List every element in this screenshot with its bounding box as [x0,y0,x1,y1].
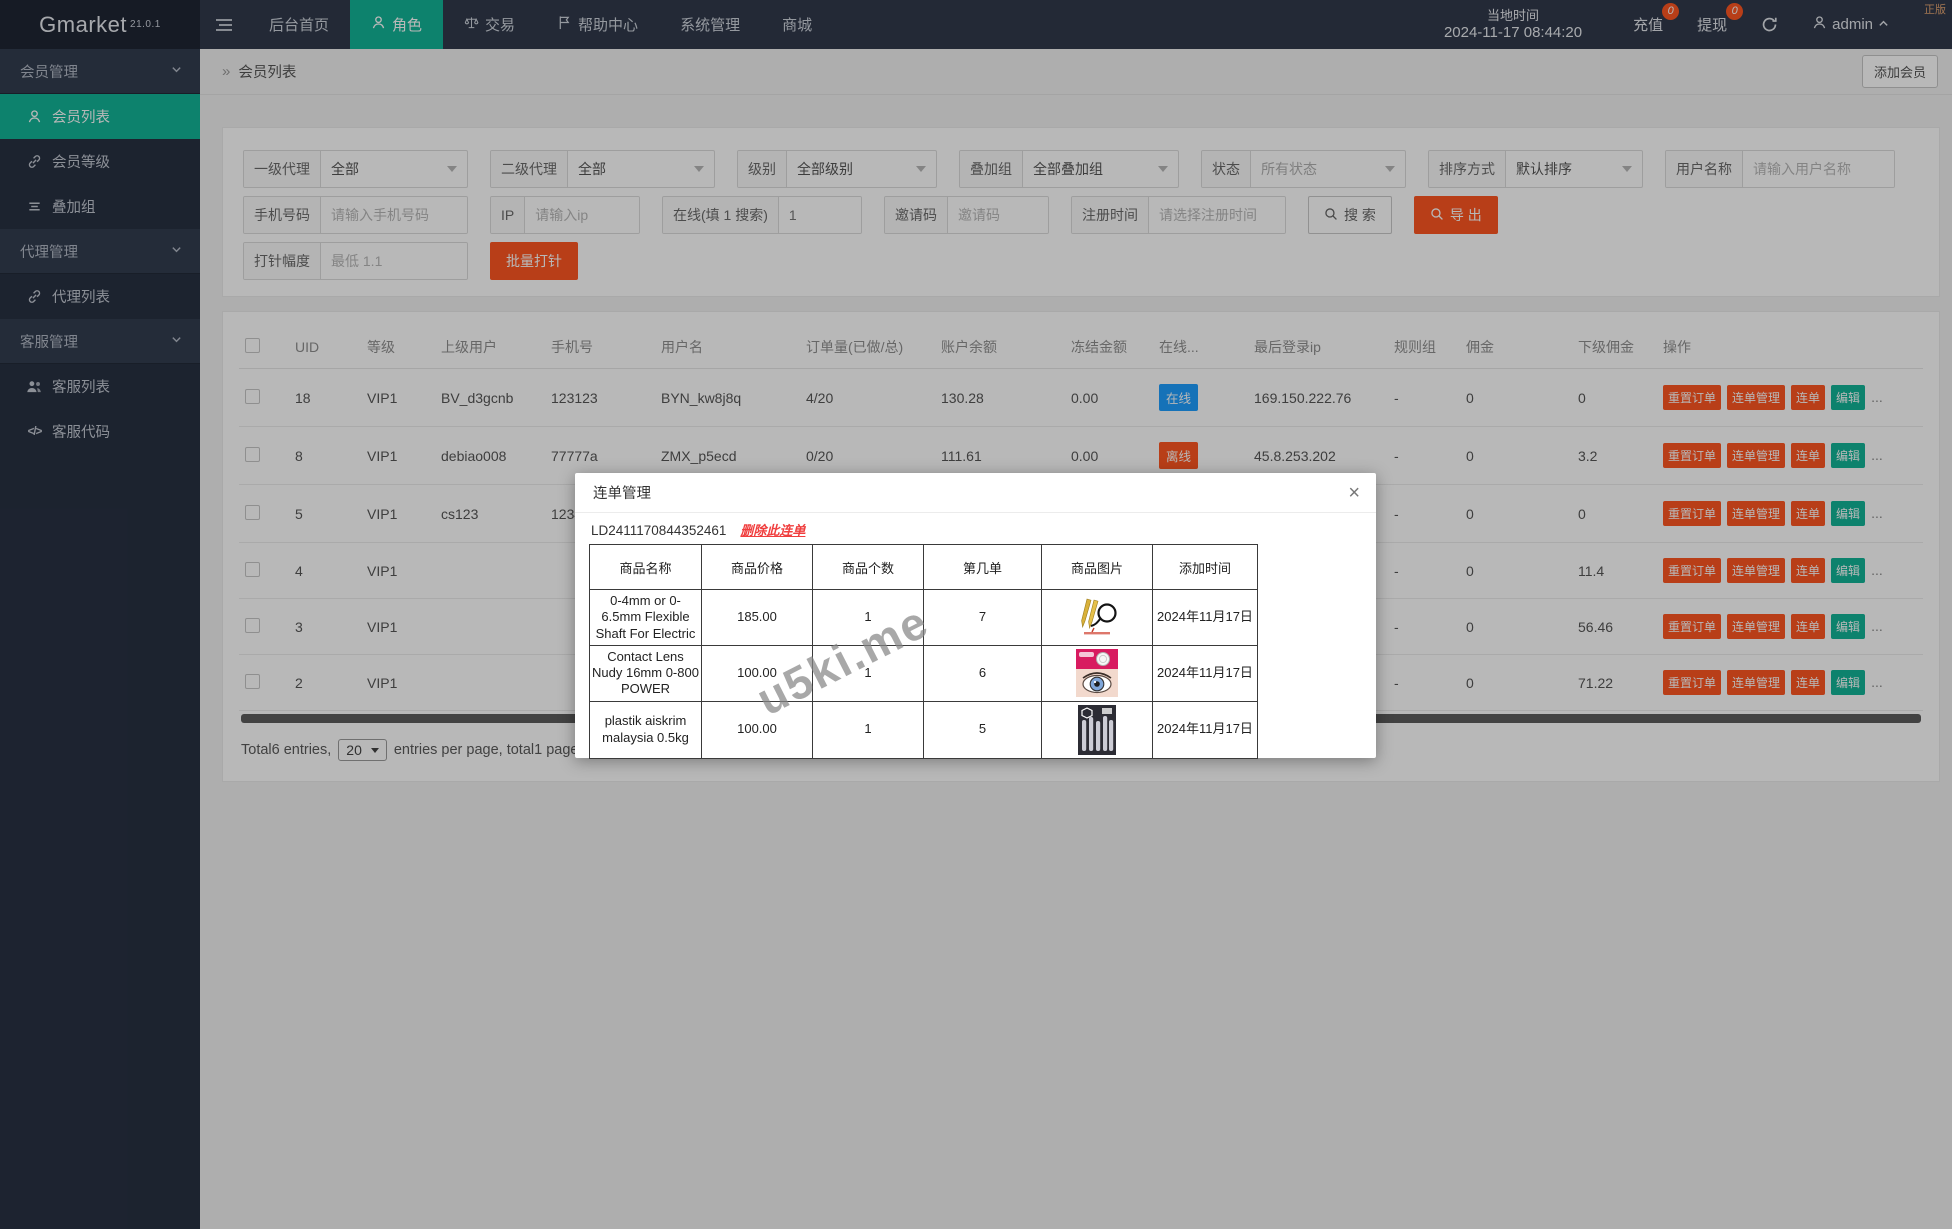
chain-order-modal: 连单管理 × LD2411170844352461 删除此连单 商品名称 商品价格商… [575,473,1376,759]
cell-product-image [1041,700,1153,759]
cell-order-sequence: 5 [923,700,1042,759]
modal-header: 连单管理 × [575,473,1376,513]
cell-product-price: 185.00 [701,589,813,646]
cell-product-price: 100.00 [701,700,813,759]
modal-body: LD2411170844352461 删除此连单 商品名称 商品价格 商品个数 第几单商… [575,513,1376,759]
cell-product-name: 0-4mm or 0-6.5mm Flexible Shaft For Elec… [589,589,702,646]
modal-product-row: plastik aiskrim malaysia 0.5kg 100.00 1 5 20… [589,700,1258,759]
pen-tool-image [1044,597,1150,638]
contact-lens-image [1044,649,1150,698]
modal-header-商品名称: 商品名称 [589,544,702,590]
modal-header-商品个数: 商品个数 [812,544,924,590]
modal-header-添加时间: 添加时间 [1152,544,1258,590]
cell-add-date: 2024年11月17日 [1152,589,1258,646]
cell-product-qty: 1 [812,589,924,646]
cell-product-name: plastik aiskrim malaysia 0.5kg [589,700,702,759]
chain-order-table: 商品名称 商品价格 商品个数 第几单 商品图片 添加时间 0-4mm or 0-6.5mm… [589,544,1258,759]
cell-product-image [1041,644,1153,702]
cell-order-sequence: 6 [923,644,1042,702]
order-line: LD2411170844352461 删除此连单 [591,520,1362,539]
cell-product-image [1041,589,1153,646]
modal-product-row: 0-4mm or 0-6.5mm Flexible Shaft For Elec… [589,589,1258,646]
cell-product-qty: 1 [812,700,924,759]
close-icon[interactable]: × [1348,483,1360,503]
delete-chain-order-link[interactable]: 删除此连单 [740,523,805,538]
cell-product-qty: 1 [812,644,924,702]
modal-header-商品价格: 商品价格 [701,544,813,590]
cell-add-date: 2024年11月17日 [1152,644,1258,702]
order-number: LD2411170844352461 [591,523,727,538]
modal-header-第几单: 第几单 [923,544,1042,590]
modal-product-row: Contact Lens Nudy 16mm 0-800 POWER 100.00… [589,644,1258,702]
modal-title: 连单管理 [593,486,651,502]
cell-add-date: 2024年11月17日 [1152,700,1258,759]
cell-order-sequence: 7 [923,589,1042,646]
cell-product-price: 100.00 [701,644,813,702]
modal-header-商品图片: 商品图片 [1041,544,1153,590]
cell-product-name: Contact Lens Nudy 16mm 0-800 POWER [589,644,702,702]
ice-cream-image [1044,704,1150,755]
